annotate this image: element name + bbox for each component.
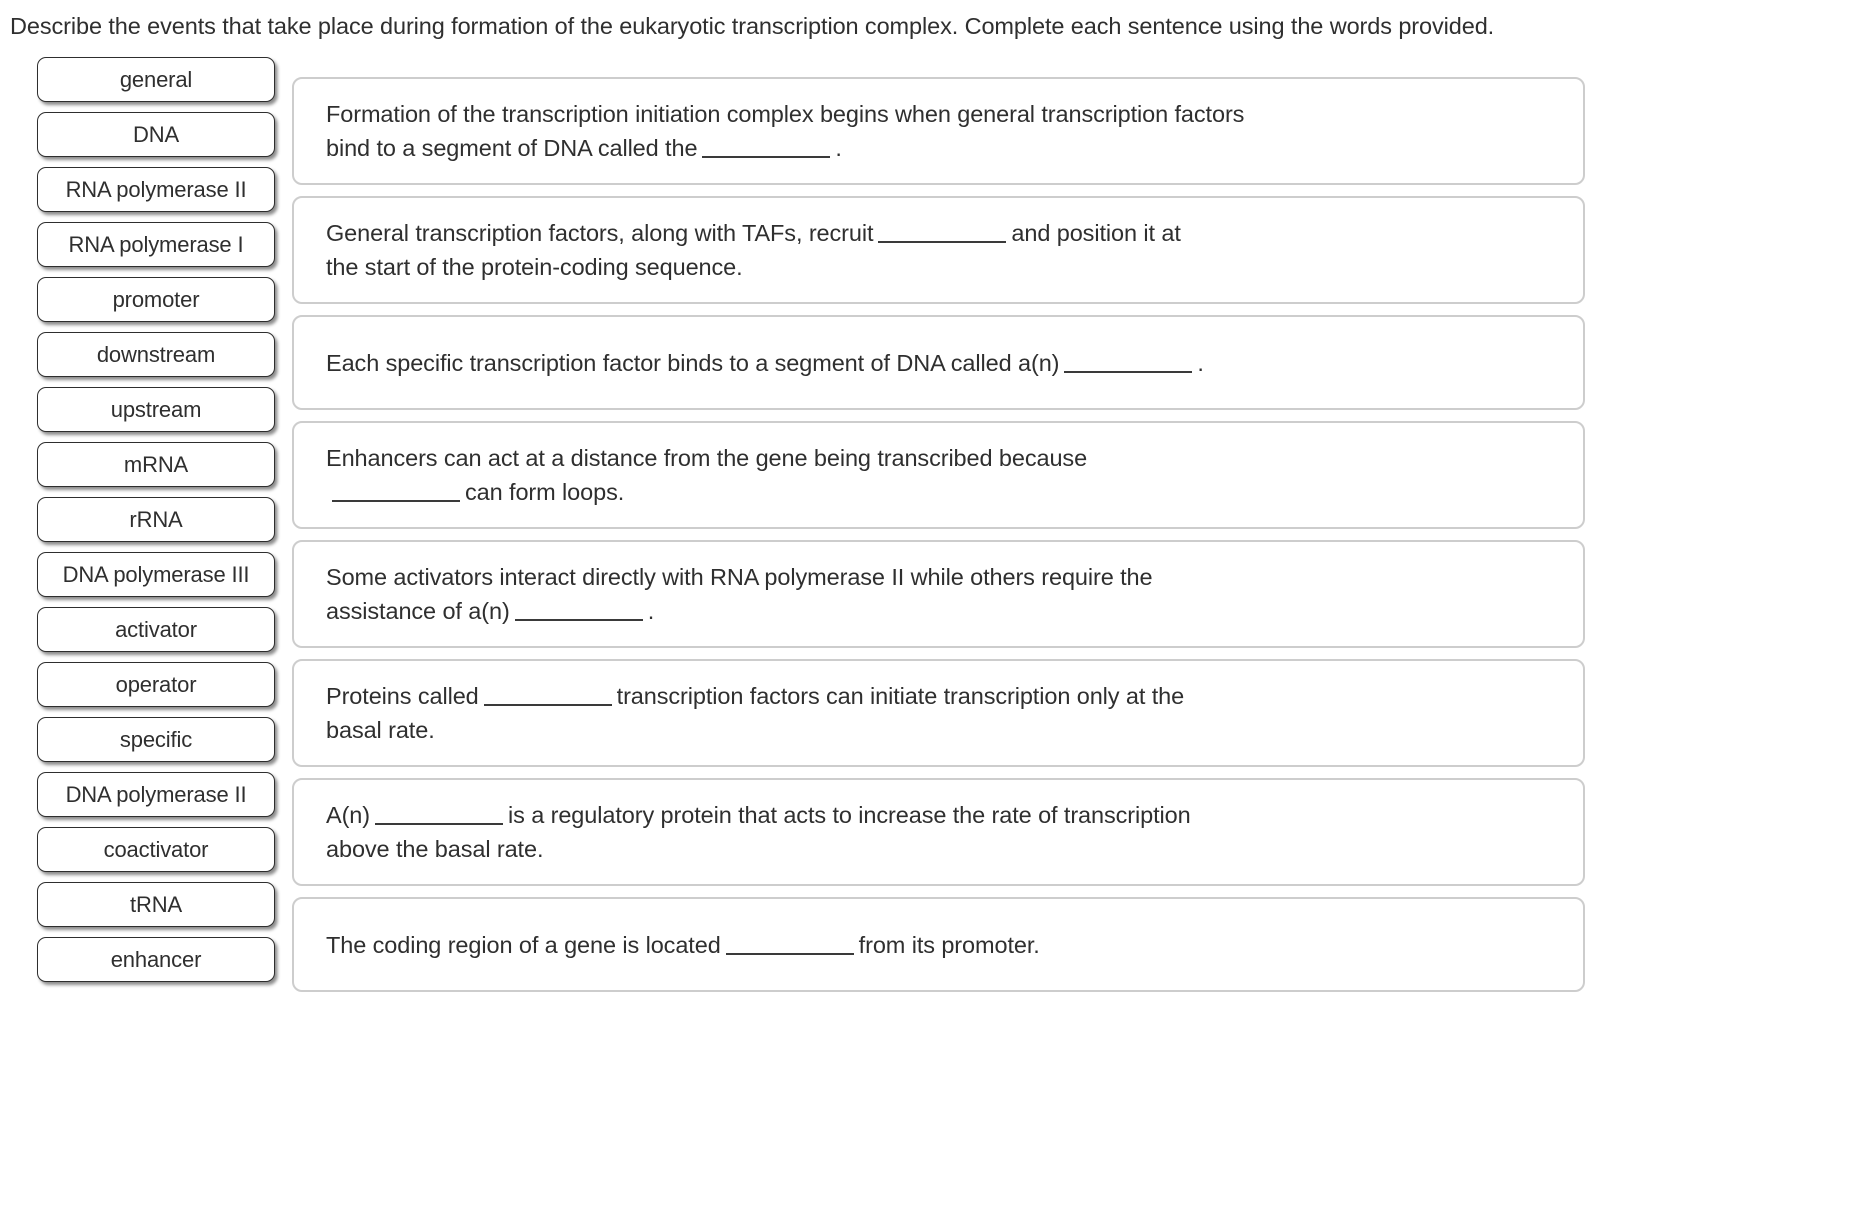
sentence-segment: The coding region of a gene is located	[326, 931, 721, 958]
word-tile-label: specific	[119, 726, 193, 752]
word-tile-label: RNA polymerase II	[65, 176, 247, 202]
word-tile-enhancer[interactable]: enhancer	[37, 937, 275, 982]
sentence-card[interactable]: Enhancers can act at a distance from the…	[292, 421, 1585, 529]
word-tile-operator[interactable]: operator	[37, 662, 275, 707]
word-tile-label: general	[119, 66, 193, 92]
word-tile-label: downstream	[96, 341, 216, 367]
sentence-text: The coding region of a gene is located fr…	[326, 928, 1040, 962]
sentence-card[interactable]: Proteins called transcription factors can…	[292, 659, 1585, 767]
sentence-card[interactable]: The coding region of a gene is located fr…	[292, 897, 1585, 992]
sentence-segment: Each specific transcription factor binds…	[326, 349, 1060, 376]
sentence-text: Formation of the transcription initiatio…	[326, 97, 1244, 165]
word-tile-downstream[interactable]: downstream	[37, 332, 275, 377]
word-tile-label: upstream	[110, 396, 202, 422]
word-tile-rna-polymerase-ii[interactable]: RNA polymerase II	[37, 167, 275, 212]
sentence-segment: .	[647, 598, 655, 624]
sentence-segment: from its promoter.	[858, 931, 1040, 958]
word-tile-dna-polymerase-iii[interactable]: DNA polymerase III	[37, 552, 275, 597]
sentence-segment: Enhancers can act at a distance from the…	[326, 445, 1088, 471]
sentence-text: Some activators interact directly with R…	[326, 560, 1153, 628]
sentence-segment: basal rate.	[326, 717, 435, 743]
sentence-card[interactable]: Each specific transcription factor binds…	[292, 315, 1585, 410]
sentence-segment: is a regulatory protein that acts to inc…	[508, 802, 1191, 828]
word-bank: general DNA RNA polymerase II RNA polyme…	[37, 57, 275, 992]
word-tile-label: RNA polymerase I	[68, 231, 244, 257]
word-tile-upstream[interactable]: upstream	[37, 387, 275, 432]
answer-blank[interactable]	[375, 803, 503, 825]
sentence-list: Formation of the transcription initiatio…	[292, 77, 1585, 1003]
sentence-segment: assistance of a(n)	[326, 598, 510, 624]
word-tile-activator[interactable]: activator	[37, 607, 275, 652]
sentence-card[interactable]: A(n) is a regulatory protein that acts to…	[292, 778, 1585, 886]
word-tile-trna[interactable]: tRNA	[37, 882, 275, 927]
sentence-text: Enhancers can act at a distance from the…	[326, 441, 1087, 509]
answer-blank[interactable]	[1064, 351, 1193, 373]
word-tile-promoter[interactable]: promoter	[37, 277, 275, 322]
sentence-text: Each specific transcription factor binds…	[326, 346, 1204, 380]
word-tile-label: rRNA	[129, 506, 183, 532]
sentence-segment: transcription factors can initiate trans…	[616, 683, 1185, 709]
sentence-card[interactable]: Formation of the transcription initiatio…	[292, 77, 1585, 185]
answer-blank[interactable]	[878, 221, 1007, 243]
word-tile-mrna[interactable]: mRNA	[37, 442, 275, 487]
word-tile-label: operator	[115, 671, 197, 697]
exercise-page: Describe the events that take place duri…	[0, 0, 1864, 1206]
sentence-segment: and position it at	[1011, 220, 1181, 246]
word-tile-dna[interactable]: DNA	[37, 112, 275, 157]
word-tile-label: enhancer	[110, 946, 202, 972]
word-tile-label: activator	[115, 616, 197, 642]
sentence-segment: can form loops.	[465, 479, 625, 505]
word-tile-rrna[interactable]: rRNA	[37, 497, 275, 542]
word-tile-coactivator[interactable]: coactivator	[37, 827, 275, 872]
word-tile-general[interactable]: general	[37, 57, 275, 102]
word-tile-label: DNA polymerase III	[62, 561, 250, 587]
answer-blank[interactable]	[702, 136, 831, 158]
sentence-text: Proteins called transcription factors can…	[326, 679, 1184, 747]
answer-blank[interactable]	[725, 933, 854, 955]
word-tile-dna-polymerase-ii[interactable]: DNA polymerase II	[37, 772, 275, 817]
word-tile-rna-polymerase-i[interactable]: RNA polymerase I	[37, 222, 275, 267]
sentence-segment: Proteins called	[326, 683, 479, 709]
word-tile-label: coactivator	[103, 836, 209, 862]
answer-blank[interactable]	[483, 684, 612, 706]
sentence-segment: Some activators interact directly with R…	[326, 564, 1153, 590]
sentence-card[interactable]: General transcription factors, along wit…	[292, 196, 1585, 304]
sentence-segment: A(n)	[326, 802, 370, 828]
sentence-segment: .	[1197, 349, 1204, 376]
sentence-segment: Formation of the transcription initiatio…	[326, 101, 1245, 127]
answer-blank[interactable]	[514, 599, 643, 621]
sentence-text: General transcription factors, along wit…	[326, 216, 1181, 284]
word-tile-label: tRNA	[130, 891, 182, 917]
word-tile-specific[interactable]: specific	[37, 717, 275, 762]
sentence-segment: bind to a segment of DNA called the	[326, 135, 698, 161]
word-tile-label: DNA polymerase II	[65, 781, 247, 807]
sentence-segment: .	[835, 135, 842, 161]
word-tile-label: DNA	[133, 121, 179, 147]
sentence-segment: the start of the protein-coding sequence…	[326, 254, 743, 280]
page-title: Describe the events that take place duri…	[10, 13, 1495, 39]
word-tile-label: promoter	[112, 286, 200, 312]
sentence-text: A(n) is a regulatory protein that acts to…	[326, 798, 1191, 866]
sentence-segment: General transcription factors, along wit…	[326, 220, 874, 246]
word-tile-label: mRNA	[123, 451, 189, 477]
answer-blank[interactable]	[332, 480, 460, 502]
sentence-card[interactable]: Some activators interact directly with R…	[292, 540, 1585, 648]
sentence-segment: above the basal rate.	[326, 836, 544, 862]
